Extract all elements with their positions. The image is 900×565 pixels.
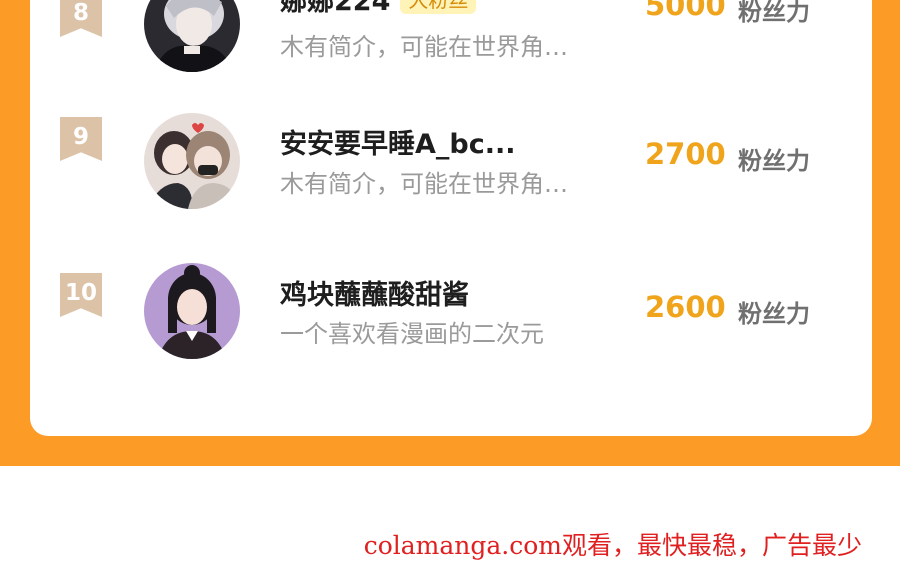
user-bio: 木有简介，可能在世界角… <box>280 170 568 198</box>
girl-purple-background-avatar-icon <box>144 263 240 359</box>
fan-power-unit: 粉丝力 <box>738 0 810 26</box>
anime-boy-silver-hair-avatar-icon <box>144 0 240 72</box>
fan-level-badge: 大粉丝 <box>400 0 477 14</box>
site-watermark: colamanga.com观看，最快最稳，广告最少 <box>363 531 862 560</box>
ranking-row-10[interactable]: 10 鸡块蘸蘸酸甜酱 一个喜欢看漫画的二次元 2600 粉丝力 <box>30 263 872 375</box>
fan-power-count: 2600 <box>645 290 726 324</box>
fan-power-count: 5000 <box>645 0 726 22</box>
ranking-row-9[interactable]: 9 安安要早睡A_bc... 木有简介，可能在世界角… 2700 粉丝力 <box>30 113 872 226</box>
user-name[interactable]: 安安要早睡A_bc... <box>280 122 516 161</box>
fan-power-count: 2700 <box>645 137 726 171</box>
user-avatar[interactable] <box>144 263 240 359</box>
fan-power-unit: 粉丝力 <box>738 147 810 175</box>
rank-ribbon: 10 <box>60 273 102 317</box>
user-avatar[interactable] <box>144 0 240 72</box>
user-name[interactable]: 娜娜224 大粉丝 <box>280 0 477 18</box>
ranking-row-8[interactable]: 8 娜娜224 大粉丝 木有简介，可能在世界角… 5000 粉丝力 <box>30 0 872 110</box>
user-avatar[interactable] <box>144 113 240 209</box>
ranking-card: 8 娜娜224 大粉丝 木有简介，可能在世界角… 5000 粉丝力 9 安安要早… <box>30 0 872 436</box>
user-name[interactable]: 鸡块蘸蘸酸甜酱 <box>280 273 469 312</box>
fan-power-unit: 粉丝力 <box>738 300 810 328</box>
user-bio: 木有简介，可能在世界角… <box>280 33 568 61</box>
rank-ribbon: 8 <box>60 0 102 37</box>
user-bio: 一个喜欢看漫画的二次元 <box>280 320 544 348</box>
anime-couple-avatar-icon <box>144 113 240 209</box>
rank-ribbon: 9 <box>60 117 102 161</box>
